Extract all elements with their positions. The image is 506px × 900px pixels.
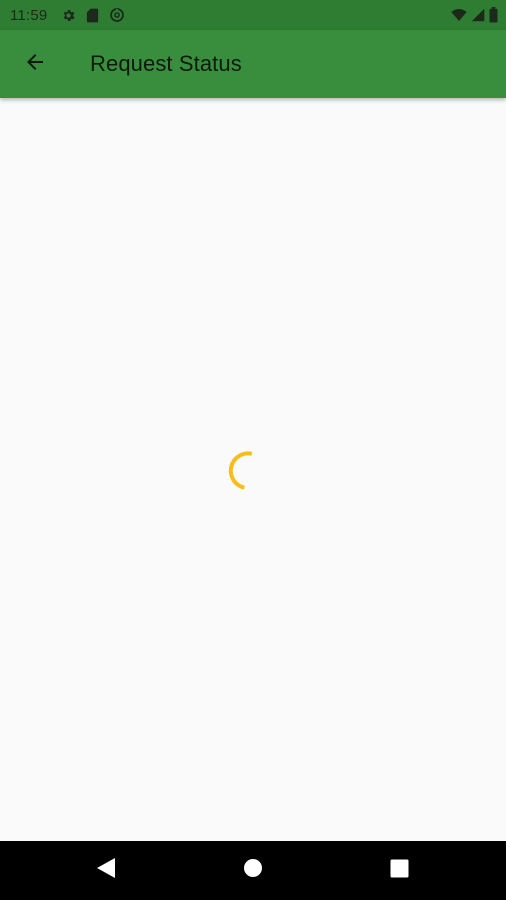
settings-icon: [61, 8, 76, 23]
recents-square-icon: [390, 859, 409, 883]
page-title: Request Status: [90, 51, 242, 76]
back-triangle-icon: [96, 857, 116, 884]
back-button[interactable]: [7, 36, 63, 92]
wifi-icon: [451, 8, 467, 22]
battery-icon: [489, 7, 498, 23]
status-bar: 11:59: [0, 0, 506, 30]
status-left-icons: [61, 7, 125, 23]
home-circle-icon: [243, 858, 263, 883]
navigation-bar: [0, 841, 506, 900]
nav-back-button[interactable]: [76, 841, 136, 900]
nav-home-button[interactable]: [223, 841, 283, 900]
status-right-icons: [451, 0, 498, 30]
content-area: [0, 98, 506, 841]
arrow-back-icon: [23, 50, 47, 79]
cell-signal-icon: [471, 8, 485, 22]
screen: 11:59 Request Status: [0, 0, 506, 900]
loading-spinner: [227, 449, 269, 491]
data-saver-icon: [109, 7, 125, 23]
app-bar: Request Status: [0, 30, 506, 98]
sim-card-icon: [86, 8, 99, 23]
status-time: 11:59: [10, 6, 48, 24]
nav-recents-button[interactable]: [369, 841, 429, 900]
